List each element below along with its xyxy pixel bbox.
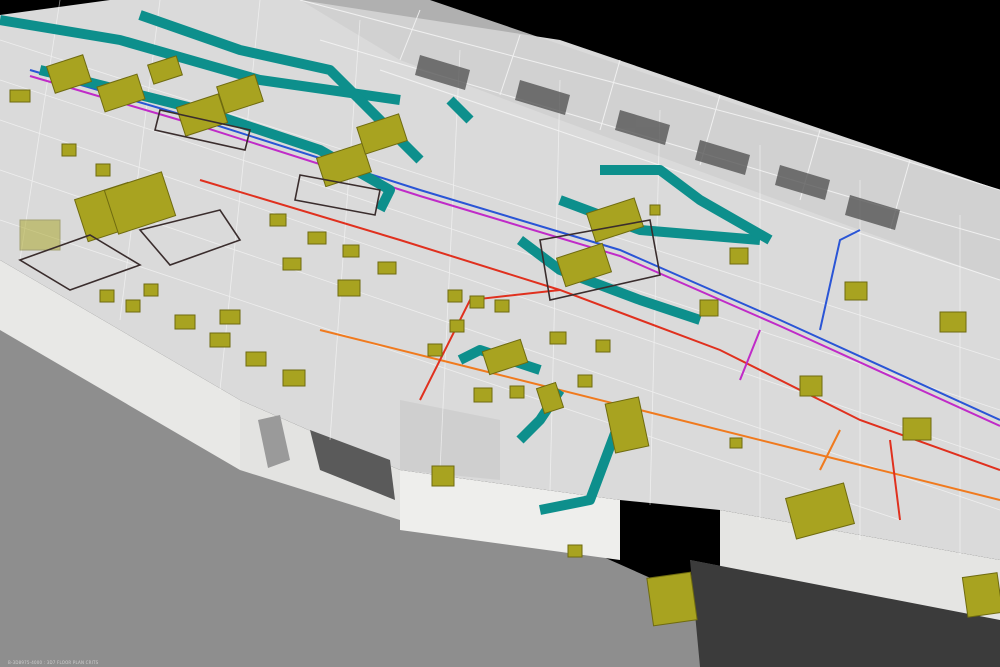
ahu-7 bbox=[646, 571, 698, 627]
unit-11 bbox=[269, 213, 287, 227]
unit-8 bbox=[377, 261, 397, 275]
unit-16 bbox=[469, 295, 485, 309]
unit-13 bbox=[143, 283, 159, 297]
unit-17 bbox=[494, 299, 510, 313]
unit-34 bbox=[19, 219, 61, 251]
unit-7 bbox=[342, 244, 360, 258]
unit-27 bbox=[729, 247, 749, 265]
unit-23 bbox=[577, 374, 593, 388]
unit-36 bbox=[95, 163, 111, 177]
unit-37 bbox=[9, 89, 31, 103]
unit-2 bbox=[245, 351, 267, 367]
ahu-8 bbox=[961, 572, 1000, 618]
unit-20 bbox=[473, 387, 493, 403]
unit-4 bbox=[174, 314, 196, 330]
unit-3 bbox=[209, 332, 231, 348]
unit-21 bbox=[509, 385, 525, 399]
unit-6 bbox=[337, 279, 361, 297]
unit-35 bbox=[61, 143, 77, 157]
unit-19 bbox=[449, 319, 465, 333]
mep-model-scene[interactable] bbox=[0, 0, 1000, 667]
unit-18 bbox=[427, 343, 443, 357]
bim-3d-viewport[interactable]: B-3D8975-4000 : 3D7 FLOOR PLAN CRITS bbox=[0, 0, 1000, 667]
unit-22 bbox=[549, 331, 567, 345]
unit-5 bbox=[219, 309, 241, 325]
view-caption: B-3D8975-4000 : 3D7 FLOOR PLAN CRITS bbox=[8, 660, 99, 665]
unit-25 bbox=[431, 465, 455, 487]
unit-14 bbox=[99, 289, 115, 303]
unit-24 bbox=[595, 339, 611, 353]
unit-28 bbox=[699, 299, 719, 317]
unit-1 bbox=[282, 369, 306, 387]
unit-26 bbox=[567, 544, 583, 558]
unit-30 bbox=[939, 311, 967, 333]
unit-29 bbox=[844, 281, 868, 301]
unit-10 bbox=[307, 231, 327, 245]
unit-9 bbox=[282, 257, 302, 271]
unit-12 bbox=[125, 299, 141, 313]
unit-32 bbox=[902, 417, 932, 441]
unit-31 bbox=[799, 375, 823, 397]
unit-15 bbox=[447, 289, 463, 303]
unit-33 bbox=[729, 437, 743, 449]
unit-38 bbox=[649, 204, 661, 216]
